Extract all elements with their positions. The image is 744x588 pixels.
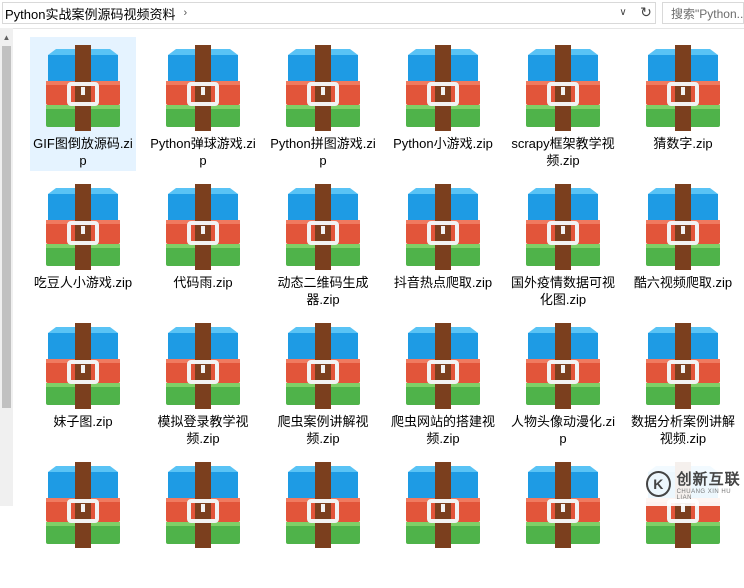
winrar-archive-icon — [520, 323, 606, 409]
file-name: 爬虫网站的搭建视频.zip — [390, 414, 495, 446]
file-name: 人物头像动漫化.zip — [510, 414, 615, 446]
file-name: 代码雨.zip — [173, 275, 233, 290]
breadcrumb[interactable]: Python实战案例源码视频资料 › — [2, 2, 656, 24]
breadcrumb-folder[interactable]: Python实战案例源码视频资料 — [3, 4, 175, 23]
file-item[interactable]: 吃豆人小游戏.zip — [30, 176, 136, 310]
scroll-up-arrow-icon[interactable]: ▲ — [0, 32, 13, 44]
winrar-archive-icon — [520, 45, 606, 131]
file-name: 国外疫情数据可视化图.zip — [510, 275, 615, 307]
file-name: 妹子图.zip — [53, 414, 113, 429]
file-item[interactable]: scrapy框架教学视频.zip — [510, 37, 616, 171]
file-item[interactable]: 数据分析案例讲解视频.zip — [630, 315, 736, 449]
winrar-archive-icon — [280, 323, 366, 409]
vertical-scrollbar[interactable]: ▲ — [0, 28, 13, 506]
file-item[interactable]: Python小游戏.zip — [390, 37, 496, 171]
file-name: 动态二维码生成器.zip — [277, 275, 369, 307]
winrar-archive-icon — [40, 323, 126, 409]
file-name: 模拟登录教学视频.zip — [157, 414, 249, 446]
winrar-archive-icon — [40, 45, 126, 131]
winrar-archive-icon — [160, 45, 246, 131]
file-item[interactable]: Python拼图游戏.zip — [270, 37, 376, 171]
winrar-archive-icon — [160, 462, 246, 548]
winrar-archive-icon — [400, 323, 486, 409]
winrar-archive-icon — [520, 462, 606, 548]
search-input[interactable]: 搜索"Python... — [662, 2, 744, 24]
file-name: 爬虫案例讲解视频.zip — [277, 414, 369, 446]
file-item[interactable]: 酷六视频爬取.zip — [630, 176, 736, 310]
chevron-down-icon[interactable]: ∨ — [612, 2, 634, 22]
winrar-archive-icon — [160, 184, 246, 270]
address-toolbar: Python实战案例源码视频资料 › ∨ ↻ 搜索"Python... — [0, 0, 744, 29]
file-name: Python拼图游戏.zip — [270, 136, 376, 168]
file-item[interactable] — [30, 454, 136, 588]
winrar-archive-icon — [280, 184, 366, 270]
file-item[interactable] — [270, 454, 376, 588]
file-item[interactable]: 动态二维码生成器.zip — [270, 176, 376, 310]
file-item[interactable]: 国外疫情数据可视化图.zip — [510, 176, 616, 310]
file-name: 数据分析案例讲解视频.zip — [630, 414, 735, 446]
file-name: 猜数字.zip — [653, 136, 713, 151]
file-name: 吃豆人小游戏.zip — [33, 275, 133, 290]
winrar-archive-icon — [640, 45, 726, 131]
file-name: 酷六视频爬取.zip — [633, 275, 733, 290]
file-item[interactable]: 爬虫网站的搭建视频.zip — [390, 315, 496, 449]
file-name: scrapy框架教学视频.zip — [511, 136, 615, 168]
file-item[interactable] — [150, 454, 256, 588]
winrar-archive-icon — [280, 45, 366, 131]
scroll-thumb[interactable] — [2, 46, 11, 408]
file-name: 抖音热点爬取.zip — [393, 275, 493, 290]
winrar-archive-icon — [520, 184, 606, 270]
file-item[interactable]: 代码雨.zip — [150, 176, 256, 310]
file-item[interactable]: GIF图倒放源码.zip — [30, 37, 136, 171]
file-item[interactable]: 模拟登录教学视频.zip — [150, 315, 256, 449]
file-name: GIF图倒放源码.zip — [33, 136, 133, 168]
watermark-subtext: CHUANG XIN HU LIAN — [676, 488, 732, 501]
winrar-archive-icon — [640, 323, 726, 409]
file-item[interactable]: 猜数字.zip — [630, 37, 736, 171]
winrar-archive-icon — [40, 184, 126, 270]
winrar-archive-icon — [280, 462, 366, 548]
winrar-archive-icon — [40, 462, 126, 548]
winrar-archive-icon — [640, 184, 726, 270]
file-name: Python小游戏.zip — [393, 136, 493, 151]
watermark-text: 创新互联 — [676, 470, 741, 488]
file-item[interactable]: 妹子图.zip — [30, 315, 136, 449]
winrar-archive-icon — [400, 45, 486, 131]
chevron-right-icon[interactable]: › — [183, 7, 187, 19]
refresh-icon[interactable]: ↻ — [636, 2, 656, 22]
file-item[interactable]: 抖音热点爬取.zip — [390, 176, 496, 310]
file-item[interactable]: Python弹球游戏.zip — [150, 37, 256, 171]
winrar-archive-icon — [160, 323, 246, 409]
file-item[interactable]: 爬虫案例讲解视频.zip — [270, 315, 376, 449]
winrar-archive-icon — [400, 462, 486, 548]
watermark-logo-icon: K — [646, 471, 671, 497]
file-item[interactable]: 人物头像动漫化.zip — [510, 315, 616, 449]
file-item[interactable] — [390, 454, 496, 588]
winrar-archive-icon — [400, 184, 486, 270]
file-item[interactable] — [510, 454, 616, 588]
file-name: Python弹球游戏.zip — [150, 136, 256, 168]
watermark: K 创新互联 CHUANG XIN HU LIAN — [640, 462, 744, 506]
